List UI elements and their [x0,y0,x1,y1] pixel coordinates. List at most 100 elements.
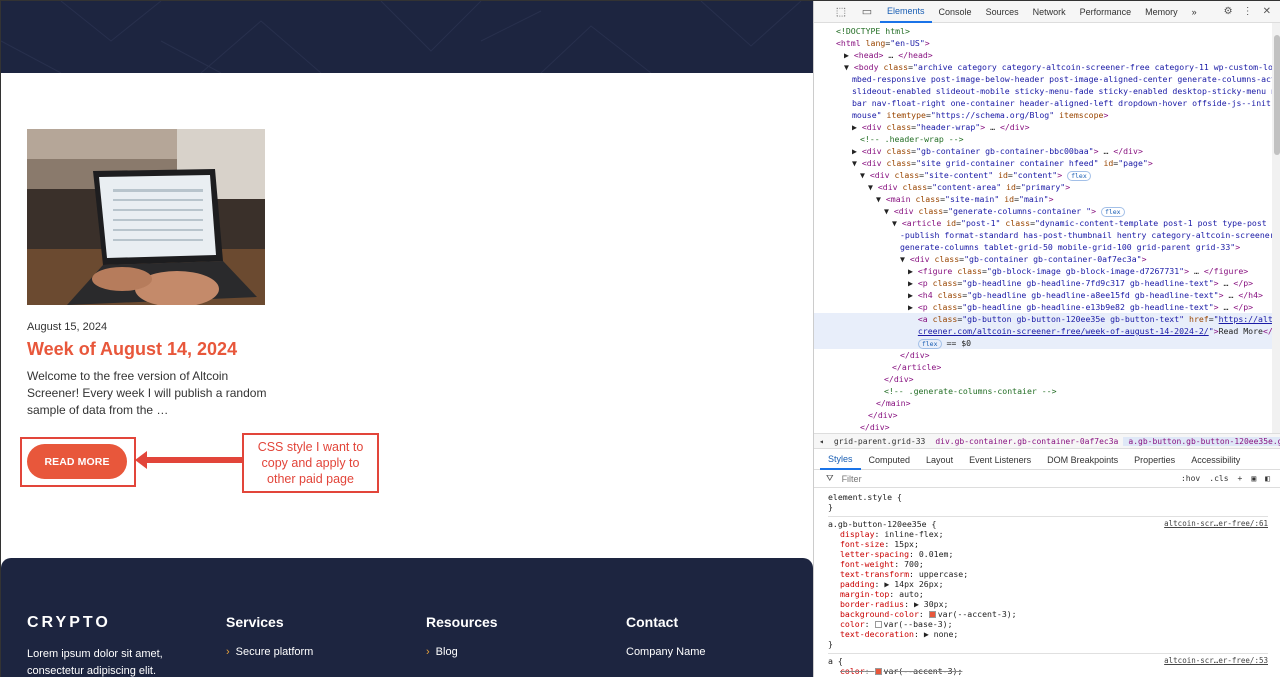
tab-dom-breakpoints[interactable]: DOM Breakpoints [1039,450,1126,470]
dom-node[interactable]: </div> [814,373,1272,385]
dom-node[interactable]: <!-- .header-wrap --> [814,133,1272,145]
dom-node[interactable]: </div> [814,421,1272,433]
dom-node[interactable]: ▶ <figure class="gb-block-image gb-block… [814,265,1272,277]
color-swatch[interactable] [874,668,882,675]
dom-node[interactable]: ▼ <div class="site-content" id="content"… [814,169,1272,181]
tab-event-listeners[interactable]: Event Listeners [961,450,1039,470]
tab-styles[interactable]: Styles [820,450,861,470]
new-rule-button[interactable]: + [1238,474,1243,483]
device-toolbar-icon[interactable]: ▭ [854,5,880,18]
dom-node[interactable]: </main> [814,397,1272,409]
css-property[interactable]: text-decoration: ▶ none; [828,629,1268,639]
css-property[interactable]: color: var(--base-3); [828,619,1268,629]
dom-node[interactable]: <!DOCTYPE html> [814,25,1272,37]
dom-node[interactable]: bar nav-float-right one-container header… [814,97,1272,109]
dom-node-selected[interactable]: <a class="gb-button gb-button-120ee35e g… [814,313,1272,325]
css-property[interactable]: text-transform: uppercase; [828,569,1268,579]
footer-link[interactable]: › Secure platform [226,646,313,658]
dom-node[interactable]: <!-- .generate-columns-contaier --> [814,385,1272,397]
scrollbar-thumb[interactable] [1274,35,1280,155]
footer-heading: Contact [626,614,679,630]
anchor-style-rule[interactable]: a { altcoin-scr…er-free/:53 color: var(-… [828,654,1268,677]
css-property[interactable]: padding: ▶ 14px 26px; [828,579,1268,589]
button-style-rule[interactable]: a.gb-button-120ee35e { altcoin-scr…er-fr… [828,517,1268,654]
color-swatch[interactable] [874,621,882,628]
more-options-icon[interactable]: ⋮ [1243,6,1253,17]
breadcrumb-item[interactable]: grid-parent.grid-33 [829,437,931,446]
css-property[interactable]: margin-top: auto; [828,589,1268,599]
dom-node[interactable]: ▼ <body class="archive category category… [814,61,1272,73]
dom-node[interactable]: </div> [814,409,1272,421]
close-icon[interactable]: ✕ [1263,6,1271,17]
css-property[interactable]: font-weight: 700; [828,559,1268,569]
element-style-rule[interactable]: element.style { } [828,490,1268,517]
class-toggle[interactable]: .cls [1209,474,1228,483]
dom-node[interactable]: ▼ <div class="generate-columns-container… [814,205,1272,217]
dom-node[interactable]: ▶ <p class="gb-headline gb-headline-e13b… [814,301,1272,313]
chevron-right-icon: › [226,646,230,658]
property-name: letter-spacing [840,549,910,559]
rule-source-link[interactable]: altcoin-scr…er-free/:53 [1164,656,1268,666]
rule-source-link[interactable]: altcoin-scr…er-free/:61 [1164,519,1268,529]
tab-console[interactable]: Console [932,1,979,23]
dom-node[interactable]: slideout-enabled slideout-mobile sticky-… [814,85,1272,97]
dom-node[interactable]: </article> [814,361,1272,373]
sidebar-toggle-icon[interactable]: ◧ [1265,474,1270,483]
css-property[interactable]: border-radius: ▶ 30px; [828,599,1268,609]
overridden-property[interactable]: color: var(--accent-3); [828,666,1268,676]
dom-tree[interactable]: <!DOCTYPE html> <html lang="en-US"> ▶ <hea… [814,23,1272,433]
dom-node[interactable]: ▼ <article id="post-1" class="dynamic-co… [814,217,1272,229]
dom-node-selected[interactable]: creener.com/altcoin-screener-free/week-o… [814,325,1272,337]
post-thumbnail[interactable] [27,129,265,305]
dom-node[interactable]: ▶ <div class="gb-container gb-container-… [814,145,1272,157]
dom-node[interactable]: ▶ <div class="header-wrap"> … </div> [814,121,1272,133]
gear-icon[interactable]: ⚙ [1224,6,1233,17]
breadcrumb-scroll-left[interactable]: ◂ [814,437,829,446]
css-property[interactable]: background-color: var(--accent-3); [828,609,1268,619]
devtools-panel: ⬚ ▭ Elements Console Sources Network Per… [813,1,1280,677]
dom-node[interactable]: -publish format-standard has-post-thumbn… [814,229,1272,241]
breadcrumb-item-selected[interactable]: a.gb-button.gb-button-120ee35e.gb-button… [1123,436,1280,446]
dom-node[interactable]: generate-columns tablet-grid-50 mobile-g… [814,241,1272,253]
property-name: background-color [840,609,919,619]
footer-logo[interactable]: CRYPTO [27,614,111,632]
tab-accessibility[interactable]: Accessibility [1183,450,1248,470]
dom-node[interactable]: ▶ <p class="gb-headline gb-headline-7fd9… [814,277,1272,289]
tab-computed[interactable]: Computed [861,450,919,470]
paint-icon[interactable]: ▣ [1251,474,1256,483]
dom-node[interactable]: mouse" itemtype="https://schema.org/Blog… [814,109,1272,121]
styles-filter-input[interactable] [841,473,1122,484]
footer-link[interactable]: › Blog [426,646,498,658]
read-more-button[interactable]: Read More [27,444,127,479]
tab-network[interactable]: Network [1026,1,1073,23]
tab-memory[interactable]: Memory [1138,1,1185,23]
tab-performance[interactable]: Performance [1073,1,1139,23]
breadcrumb-item[interactable]: div.gb-container.gb-container-0af7ec3a [930,437,1123,446]
tab-properties[interactable]: Properties [1126,450,1183,470]
dom-node[interactable]: ▼ <div class="content-area" id="primary"… [814,181,1272,193]
css-property[interactable]: font-size: 15px; [828,539,1268,549]
color-swatch[interactable] [928,611,936,618]
dom-node-selected[interactable]: flex == $0 [814,337,1272,349]
dom-node[interactable]: ▼ <div class="site grid-container contai… [814,157,1272,169]
dom-node[interactable]: ▼ <main class="site-main" id="main"> [814,193,1272,205]
post-title[interactable]: Week of August 14, 2024 [27,339,237,360]
dom-node[interactable]: ▼ <div class="gb-container gb-container-… [814,253,1272,265]
dom-node[interactable]: <html lang="en-US"> [814,37,1272,49]
tab-layout[interactable]: Layout [918,450,961,470]
dom-node[interactable]: mbed-responsive post-image-below-header … [814,73,1272,85]
dom-node[interactable]: </div> [814,349,1272,361]
tab-elements[interactable]: Elements [880,1,932,23]
dom-scrollbar[interactable] [1272,23,1280,433]
property-value: var(--accent-3); [937,609,1017,619]
hover-state-toggle[interactable]: :hov [1181,474,1200,483]
more-tabs-button[interactable]: » [1185,1,1204,23]
dom-node[interactable]: ▶ <head> … </head> [814,49,1272,61]
property-name: margin-top [840,589,890,599]
css-property[interactable]: letter-spacing: 0.01em; [828,549,1268,559]
breadcrumb: ◂ grid-parent.grid-33 div.gb-container.g… [814,433,1280,449]
dom-node[interactable]: ▶ <h4 class="gb-headline gb-headline-a8e… [814,289,1272,301]
tab-sources[interactable]: Sources [979,1,1026,23]
css-property[interactable]: display: inline-flex; [828,529,1268,539]
inspect-element-icon[interactable]: ⬚ [828,5,854,18]
